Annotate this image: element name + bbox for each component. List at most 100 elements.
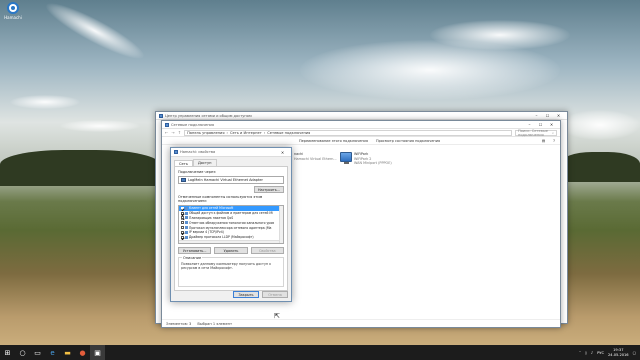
- checkbox[interactable]: [181, 206, 184, 210]
- close-button[interactable]: Закрыть: [233, 291, 259, 298]
- description-legend: Описание: [182, 255, 203, 260]
- clock-date: 24.05.2016: [608, 352, 629, 357]
- search-placeholder: Поиск: Сетевые подключения: [518, 128, 548, 137]
- taskbar: ⊞ ○ ▭ e ▬ ● ▣ ˄ ▯ ♪ РУС 19:37 24.05.2016…: [0, 345, 640, 360]
- close-icon[interactable]: ✕: [277, 149, 288, 156]
- cancel-button[interactable]: Отмена: [262, 291, 288, 298]
- view-status-command[interactable]: Просмотр состояния подключения: [376, 139, 440, 143]
- adapter-device: Hamachi Virtual Ethern...: [294, 156, 337, 161]
- yandex-browser-icon[interactable]: ●: [75, 345, 90, 360]
- checkbox[interactable]: [181, 230, 184, 234]
- status-selected-count: Выбран 1 элемент: [197, 321, 233, 326]
- component-item[interactable]: Ответчик обнаружения топологии канальног…: [179, 220, 283, 225]
- breadcrumb-item[interactable]: Панель управления: [187, 131, 224, 135]
- window-title: Сетевые подключения: [171, 122, 215, 127]
- status-item-count: Элементов: 3: [166, 321, 192, 326]
- adapter-name: LogMeIn Hamachi Virtual Ethernet Adapter: [188, 178, 263, 182]
- system-tray: ˄ ▯ ♪ РУС 19:37 24.05.2016 ▢: [579, 348, 640, 357]
- component-label: Протокол мультиплексора сетевого адаптер…: [189, 225, 272, 230]
- tab-panel-network: Подключение через: LogMeIn Hamachi Virtu…: [174, 166, 288, 291]
- close-icon[interactable]: ✕: [553, 112, 564, 119]
- start-button[interactable]: ⊞: [0, 345, 15, 360]
- network-tray-icon[interactable]: ▯: [585, 351, 587, 355]
- breadcrumb-item[interactable]: Сетевые подключения: [267, 131, 310, 135]
- tray-arrow-icon[interactable]: ˄: [579, 351, 581, 355]
- breadcrumb-item[interactable]: Сеть и Интернет: [230, 131, 262, 135]
- volume-icon[interactable]: ♪: [591, 351, 593, 355]
- components-list[interactable]: Клиент для сетей Microsoft Общий доступ …: [178, 205, 284, 244]
- uninstall-button[interactable]: Удалить: [214, 247, 248, 254]
- install-button[interactable]: Установить...: [178, 247, 212, 254]
- adapter-field: LogMeIn Hamachi Virtual Ethernet Adapter: [178, 176, 284, 184]
- component-icon: [185, 206, 188, 210]
- cloud: [560, 110, 640, 140]
- horizontal-scrollbar[interactable]: [179, 240, 279, 243]
- network-folder-icon: [165, 122, 169, 127]
- component-label: IP версии 4 (TCP/IPv4): [189, 230, 224, 235]
- properties-button[interactable]: Свойства: [250, 247, 284, 254]
- close-icon[interactable]: ✕: [546, 121, 557, 128]
- rename-connection-command[interactable]: Переименование этого подключения: [299, 139, 368, 143]
- mouse-cursor-icon: ⇱: [274, 312, 280, 320]
- network-icon: [159, 113, 163, 118]
- chevron-right-icon: ›: [226, 130, 228, 135]
- minimize-icon[interactable]: –: [531, 112, 542, 119]
- titlebar: Сетевые подключения – ☐ ✕: [162, 121, 560, 129]
- components-label: Отмеченные компоненты используются этим …: [178, 195, 263, 203]
- edge-browser-icon[interactable]: e: [45, 345, 60, 360]
- component-icon: [185, 211, 188, 215]
- component-icon: [185, 221, 188, 225]
- desktop-icon-label: Hamachi: [4, 15, 22, 20]
- checkbox[interactable]: [181, 221, 184, 225]
- checkbox[interactable]: [181, 216, 184, 220]
- component-item[interactable]: Протокол мультиплексора сетевого адаптер…: [179, 225, 283, 230]
- checkbox[interactable]: [181, 235, 184, 239]
- search-icon[interactable]: ○: [15, 345, 30, 360]
- network-adapter-icon: [340, 152, 352, 164]
- window-title: Центр управления сетями и общим доступом: [165, 113, 252, 118]
- vertical-scrollbar[interactable]: [279, 206, 283, 243]
- adapter-wifipark[interactable]: WiFiPark WiFiPark 2 WAN Miniport (PPPOE): [340, 152, 392, 166]
- tree-line: [0, 150, 160, 186]
- forward-arrow-icon[interactable]: →: [171, 130, 174, 135]
- cloud: [430, 20, 570, 50]
- component-item[interactable]: Драйвер протокола LLDP (Майкрософт): [179, 235, 283, 240]
- clock[interactable]: 19:37 24.05.2016: [608, 348, 629, 357]
- search-icon: ⌕: [551, 130, 554, 135]
- checkbox[interactable]: [181, 226, 184, 230]
- back-arrow-icon[interactable]: ←: [165, 130, 168, 135]
- view-options-icon[interactable]: ▤: [542, 139, 545, 143]
- adapter-device: WAN Miniport (PPPOE): [354, 161, 392, 166]
- network-connections-taskbar-icon[interactable]: ▣: [90, 345, 105, 360]
- breadcrumb[interactable]: Панель управления › Сеть и Интернет › Сете…: [184, 129, 512, 136]
- search-input[interactable]: Поиск: Сетевые подключения ⌕: [515, 128, 557, 137]
- up-arrow-icon[interactable]: ↑: [178, 130, 181, 135]
- file-explorer-icon[interactable]: ▬: [60, 345, 75, 360]
- maximize-icon[interactable]: ☐: [542, 112, 553, 119]
- component-icon: [185, 235, 188, 239]
- description-text: Позволяет данному компьютеру получать до…: [181, 262, 272, 271]
- network-icon: [174, 150, 178, 154]
- desktop-icon-hamachi[interactable]: Hamachi: [2, 2, 24, 20]
- component-item[interactable]: Общий доступ к файлам и принтерам для се…: [179, 211, 283, 216]
- address-bar: ← → ↑ Панель управления › Сеть и Интернет…: [162, 129, 560, 137]
- maximize-icon[interactable]: ☐: [535, 121, 546, 128]
- chevron-right-icon: ›: [263, 130, 266, 135]
- titlebar: Центр управления сетями и общим доступом…: [156, 112, 567, 120]
- help-icon[interactable]: ?: [553, 139, 555, 143]
- language-indicator[interactable]: РУС: [597, 351, 604, 355]
- tab-sharing[interactable]: Доступ: [192, 159, 217, 166]
- checkbox[interactable]: [181, 211, 184, 215]
- cloud: [41, 0, 149, 67]
- cloud: [10, 95, 80, 109]
- task-view-icon[interactable]: ▭: [30, 345, 45, 360]
- hamachi-properties-dialog[interactable]: Hamachi: свойства ✕ Сеть Доступ Подключе…: [170, 147, 292, 302]
- minimize-icon[interactable]: –: [524, 121, 535, 128]
- dialog-title: Hamachi: свойства: [180, 150, 216, 154]
- adapter-hamachi[interactable]: nachi Hamachi Virtual Ethern...: [294, 152, 337, 161]
- dialog-titlebar: Hamachi: свойства ✕: [171, 148, 291, 157]
- configure-button[interactable]: Настроить...: [254, 186, 284, 193]
- notifications-icon[interactable]: ▢: [633, 351, 636, 355]
- component-icon: [185, 230, 188, 234]
- cloud: [60, 120, 140, 132]
